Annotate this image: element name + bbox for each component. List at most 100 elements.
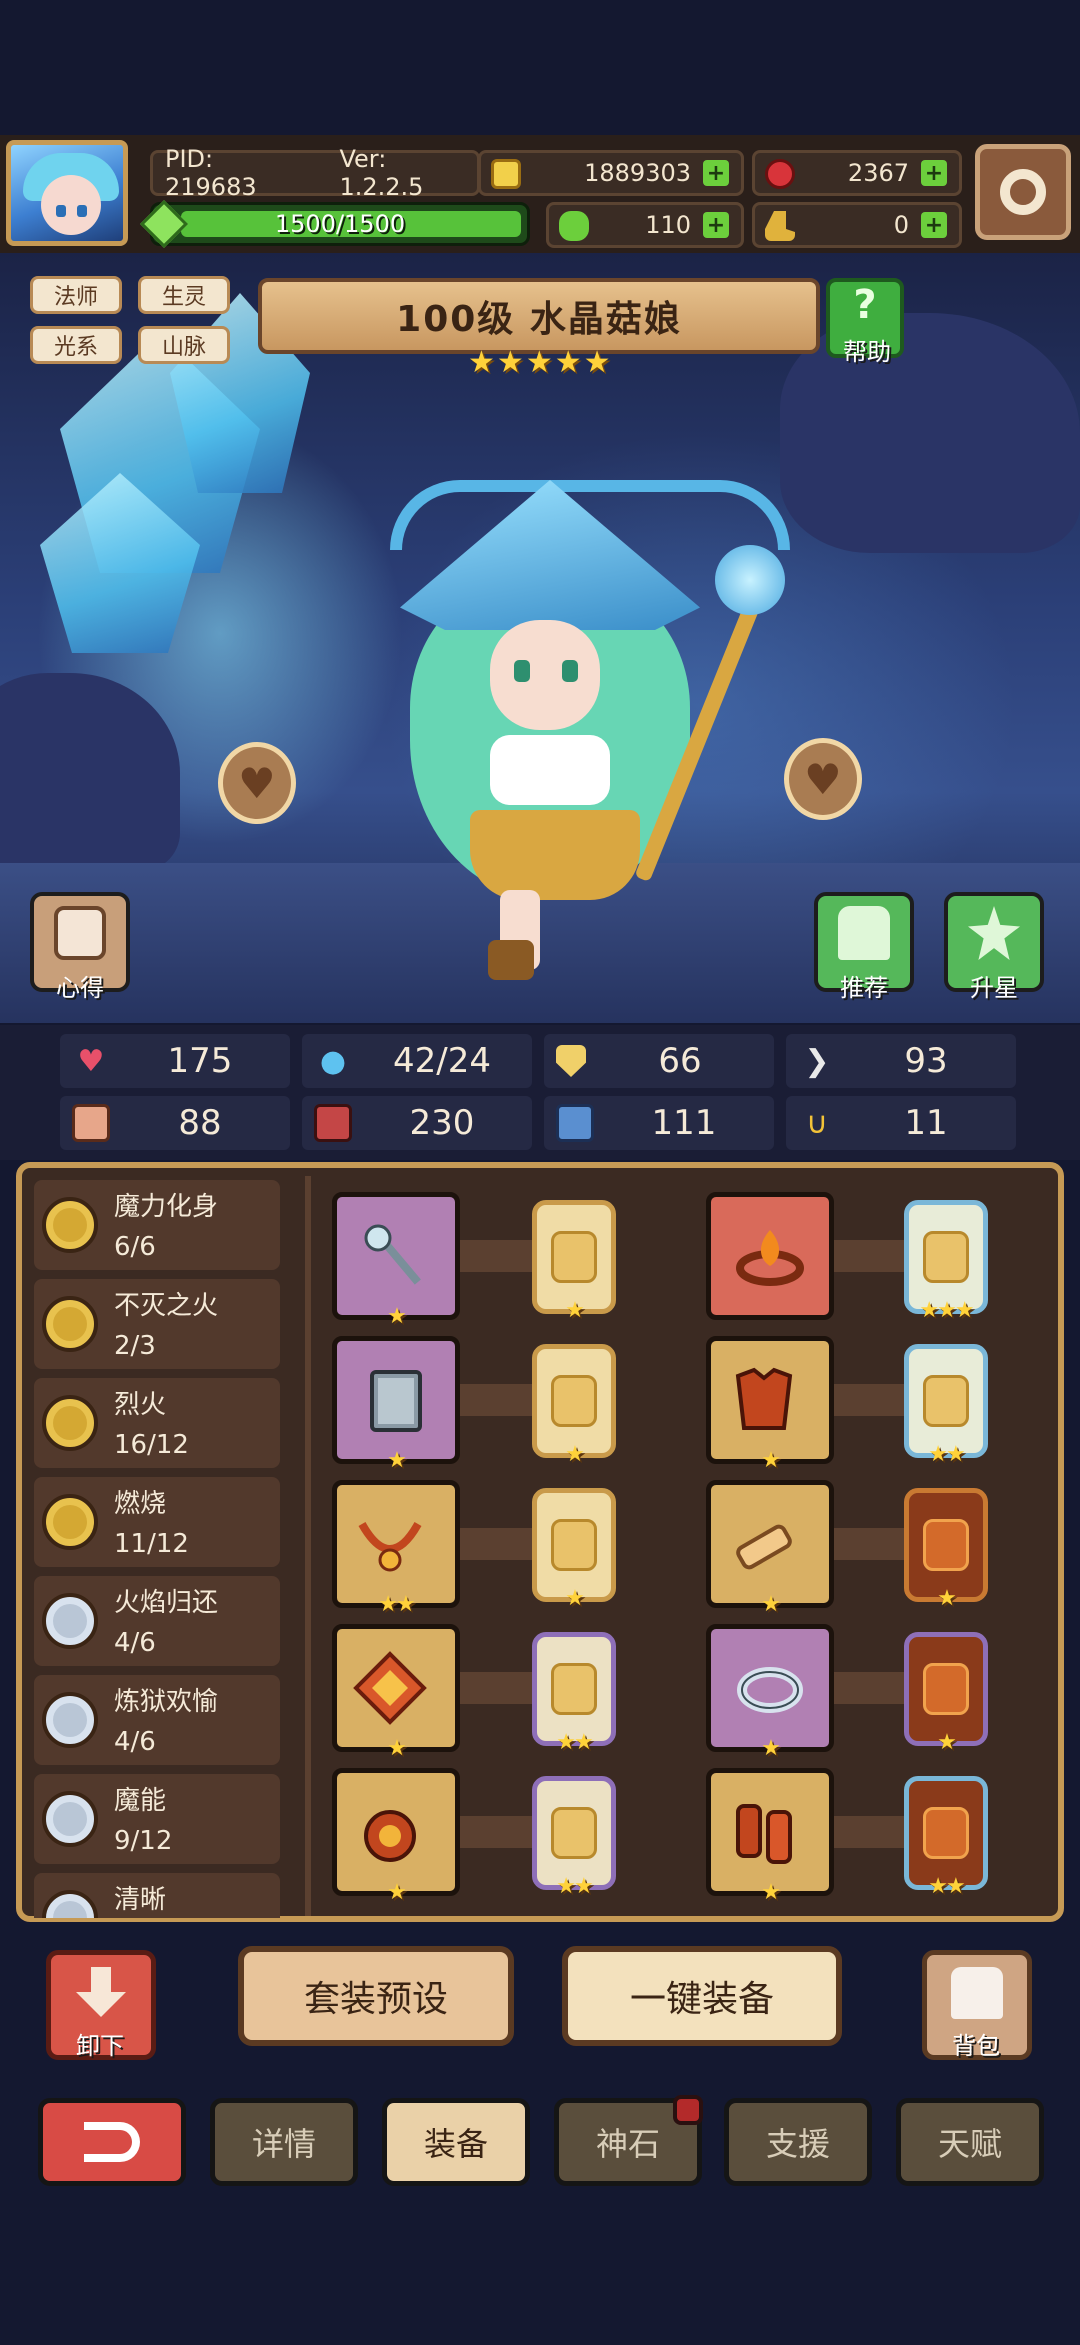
- equip-slot-gloves[interactable]: ★: [332, 1768, 460, 1905]
- magic-shield-icon: [556, 1104, 594, 1142]
- backpack-label: 背包: [952, 2032, 1000, 2060]
- equip-slot-bracer[interactable]: ★: [706, 1480, 834, 1617]
- exp-value: 1500/1500: [274, 210, 406, 238]
- heart-icon: ♥: [77, 1043, 105, 1079]
- card-stars: ★: [565, 1586, 585, 1611]
- gear-icon: [1000, 169, 1046, 215]
- shield-icon: [556, 1045, 586, 1077]
- rune-card[interactable]: ★★: [532, 1632, 616, 1755]
- game-version: Ver: 1.2.2.5: [339, 145, 424, 201]
- star-icon: ★: [525, 345, 553, 380]
- star-icon: ★: [554, 345, 582, 380]
- staff-icon: [364, 1224, 421, 1285]
- equip-slot-armor[interactable]: ★: [706, 1336, 834, 1473]
- item-stars: ★: [387, 1448, 407, 1473]
- equip-slot-ring-fire[interactable]: [706, 1192, 834, 1320]
- rune-card[interactable]: ★: [532, 1488, 616, 1611]
- stat-defense-value: 66: [658, 1041, 702, 1081]
- set-bonus-item[interactable]: 烈火 16/12: [34, 1378, 280, 1468]
- add-ruby-button[interactable]: +: [921, 160, 947, 186]
- hero-title-banner: 100级 水晶菇娘: [258, 278, 820, 354]
- character-orb: [715, 545, 785, 615]
- gold-medal-icon: [42, 1296, 98, 1352]
- set-bonus-name: 清晰: [114, 1885, 167, 1915]
- set-bonus-item[interactable]: 不灭之火 2/3: [34, 1279, 280, 1369]
- affection-left-button[interactable]: ♥: [218, 742, 296, 824]
- hero-star-rating: ★ ★ ★ ★ ★: [468, 348, 612, 380]
- hero-tag-class: 法师: [30, 276, 122, 314]
- rune-card[interactable]: ★★: [532, 1776, 616, 1899]
- silver-medal-icon: [42, 1593, 98, 1649]
- rune-card[interactable]: ★★: [904, 1776, 988, 1899]
- rune-emblem-icon: [923, 1807, 969, 1859]
- add-clover-button[interactable]: +: [703, 212, 729, 238]
- add-boot-button[interactable]: +: [921, 212, 947, 238]
- hero-tag-terrain: 山脉: [138, 326, 230, 364]
- rune-card[interactable]: ★: [532, 1344, 616, 1467]
- card-stars: ★: [565, 1442, 585, 1467]
- panel-divider: [305, 1176, 311, 1916]
- set-bonus-item[interactable]: 燃烧 11/12: [34, 1477, 280, 1567]
- equip-slot-ring[interactable]: ★: [706, 1624, 834, 1761]
- rune-card[interactable]: ★: [904, 1488, 988, 1611]
- set-bonus-item[interactable]: 炼狱欢愉 4/6: [34, 1675, 280, 1765]
- equip-slot-necklace[interactable]: ★★: [332, 1480, 460, 1617]
- equip-slot-gem[interactable]: ★: [332, 1624, 460, 1761]
- tab-equipment[interactable]: 装备: [382, 2098, 530, 2186]
- equip-slot-offhand[interactable]: ★: [332, 1336, 460, 1473]
- unequip-label: 卸下: [76, 2032, 124, 2060]
- armor-icon: [735, 1367, 793, 1430]
- set-bonus-progress: 16/12: [114, 1430, 189, 1460]
- stat-mana: ● 42/24: [302, 1034, 532, 1088]
- stat-defense: 66: [544, 1034, 774, 1088]
- tab-talent[interactable]: 天赋: [896, 2098, 1044, 2186]
- notification-badge: [673, 2095, 703, 2125]
- tab-details[interactable]: 详情: [210, 2098, 358, 2186]
- hero-tag-element: 光系: [30, 326, 122, 364]
- rune-emblem-icon: [923, 1375, 969, 1427]
- insight-label: 心得: [56, 974, 104, 1002]
- tab-god-stone[interactable]: 神石: [554, 2095, 703, 2186]
- stat-hp-value: 175: [167, 1041, 233, 1081]
- rune-emblem-icon: [551, 1231, 597, 1283]
- player-avatar[interactable]: [6, 140, 128, 246]
- set-bonus-item[interactable]: 火焰归还 4/6: [34, 1576, 280, 1666]
- item-stars: ★: [761, 1448, 781, 1473]
- tab-support[interactable]: 支援: [724, 2098, 872, 2186]
- set-bonus-item[interactable]: 魔能 9/12: [34, 1774, 280, 1864]
- boots-icon: [736, 1804, 792, 1864]
- set-bonus-name: 魔能: [114, 1786, 167, 1816]
- set-bonus-list[interactable]: 魔力化身 6/6 不灭之火 2/3 烈火 16/12 燃烧 11/12 火焰归还…: [34, 1180, 280, 1918]
- silver-medal-icon: [42, 1890, 98, 1918]
- book-icon: [370, 1370, 422, 1432]
- rune-card[interactable]: ★★: [904, 1344, 988, 1467]
- stat-speed-value: 93: [904, 1041, 948, 1081]
- ruby-icon: [765, 159, 795, 189]
- add-gold-button[interactable]: +: [703, 160, 729, 186]
- rune-emblem-icon: [923, 1519, 969, 1571]
- stat-attack: 88: [60, 1096, 290, 1150]
- set-bonus-item[interactable]: 魔力化身 6/6: [34, 1180, 280, 1270]
- silver-medal-icon: [42, 1692, 98, 1748]
- affection-right-button[interactable]: ♥: [784, 738, 862, 820]
- equip-slot-weapon[interactable]: ★: [332, 1192, 460, 1329]
- wing-icon: ❯: [804, 1043, 830, 1079]
- rune-card[interactable]: ★: [904, 1632, 988, 1755]
- thumbs-up-icon: [838, 906, 890, 960]
- boot-amount: 0: [893, 211, 909, 239]
- heart-icon: ♥: [238, 758, 276, 808]
- set-preset-button[interactable]: 套装预设: [238, 1946, 514, 2046]
- clover-icon: [559, 211, 589, 241]
- set-bonus-item[interactable]: 清晰: [34, 1873, 280, 1918]
- gold-counter: 1889303 +: [478, 150, 744, 196]
- back-button[interactable]: [38, 2098, 186, 2186]
- rune-card[interactable]: ★: [532, 1200, 616, 1323]
- equip-all-button[interactable]: 一键装备: [562, 1946, 842, 2046]
- equip-slot-boots[interactable]: ★: [706, 1768, 834, 1905]
- settings-button[interactable]: [975, 144, 1071, 240]
- amulet-icon: [358, 1521, 422, 1572]
- rune-card[interactable]: ★★★: [904, 1200, 988, 1323]
- gauntlet-icon: [364, 1810, 416, 1862]
- card-stars: ★★: [928, 1442, 965, 1467]
- card-stars: ★: [565, 1298, 585, 1323]
